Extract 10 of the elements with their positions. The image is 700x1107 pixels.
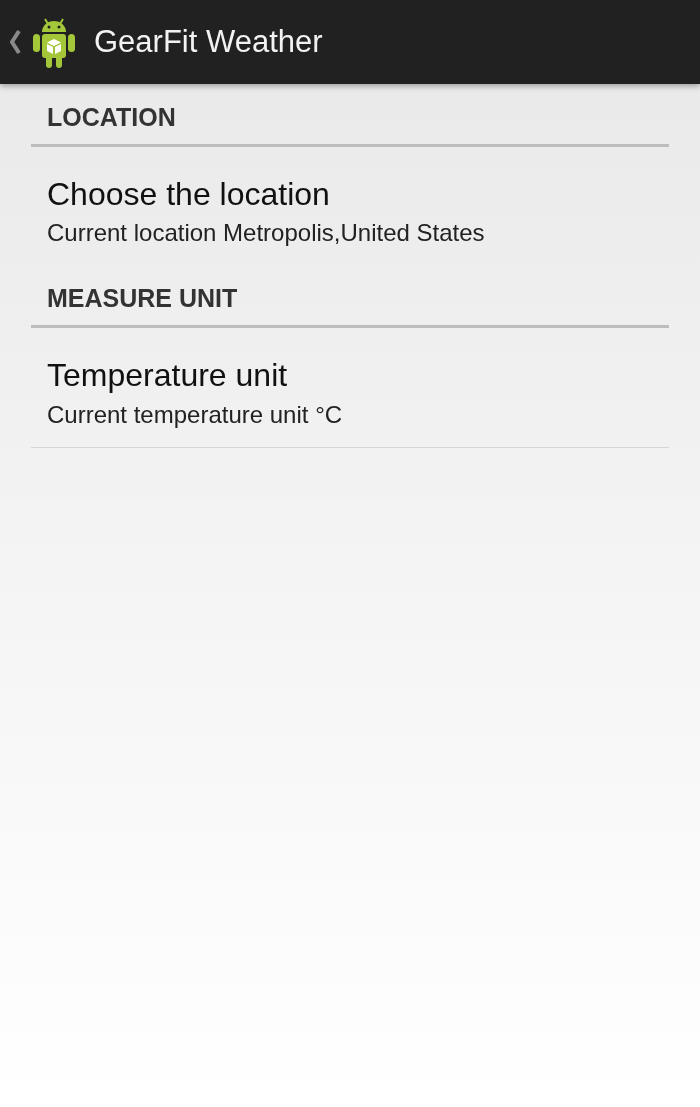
preference-title: Temperature unit xyxy=(47,356,289,395)
preference-title: Choose the location xyxy=(47,175,331,214)
preference-item[interactable]: Temperature unit Current temperature unit °C xyxy=(31,328,669,448)
app-title: GearFit Weather xyxy=(94,24,323,60)
preference-summary: Current temperature unit °C xyxy=(47,400,344,429)
preference-item[interactable]: Choose the location Current location Metropolis,United States xyxy=(31,147,669,266)
preference-summary: Current location Metropolis,United States xyxy=(47,219,486,248)
section-header: LOCATION xyxy=(31,84,669,147)
back-icon[interactable] xyxy=(8,29,22,55)
section-header: MEASURE UNIT xyxy=(31,265,669,329)
